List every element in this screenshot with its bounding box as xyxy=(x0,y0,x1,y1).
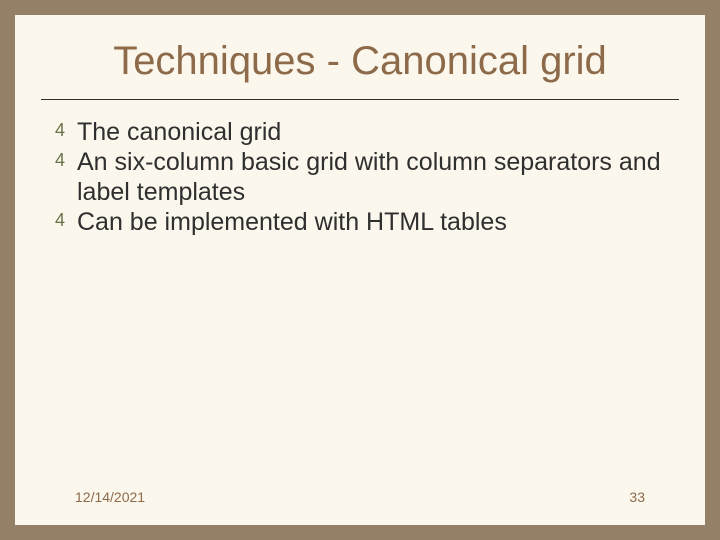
bullet-item: 4 Can be implemented with HTML tables xyxy=(55,207,665,237)
slide-title: Techniques - Canonical grid xyxy=(15,39,705,84)
footer-date: 12/14/2021 xyxy=(75,489,145,505)
footer-page-number: 33 xyxy=(629,489,645,505)
title-divider xyxy=(41,99,679,100)
bullet-item: 4 The canonical grid xyxy=(55,117,665,147)
bullet-item: 4 An six-column basic grid with column s… xyxy=(55,147,665,207)
bullet-marker-icon: 4 xyxy=(55,117,77,144)
bullet-text: Can be implemented with HTML tables xyxy=(77,207,665,237)
slide-content-panel: Techniques - Canonical grid 4 The canoni… xyxy=(15,15,705,525)
slide-body: 4 The canonical grid 4 An six-column bas… xyxy=(55,117,665,237)
bullet-text: An six-column basic grid with column sep… xyxy=(77,147,665,207)
bullet-marker-icon: 4 xyxy=(55,207,77,234)
slide-frame: Techniques - Canonical grid 4 The canoni… xyxy=(0,0,720,540)
bullet-marker-icon: 4 xyxy=(55,147,77,174)
bullet-text: The canonical grid xyxy=(77,117,665,147)
